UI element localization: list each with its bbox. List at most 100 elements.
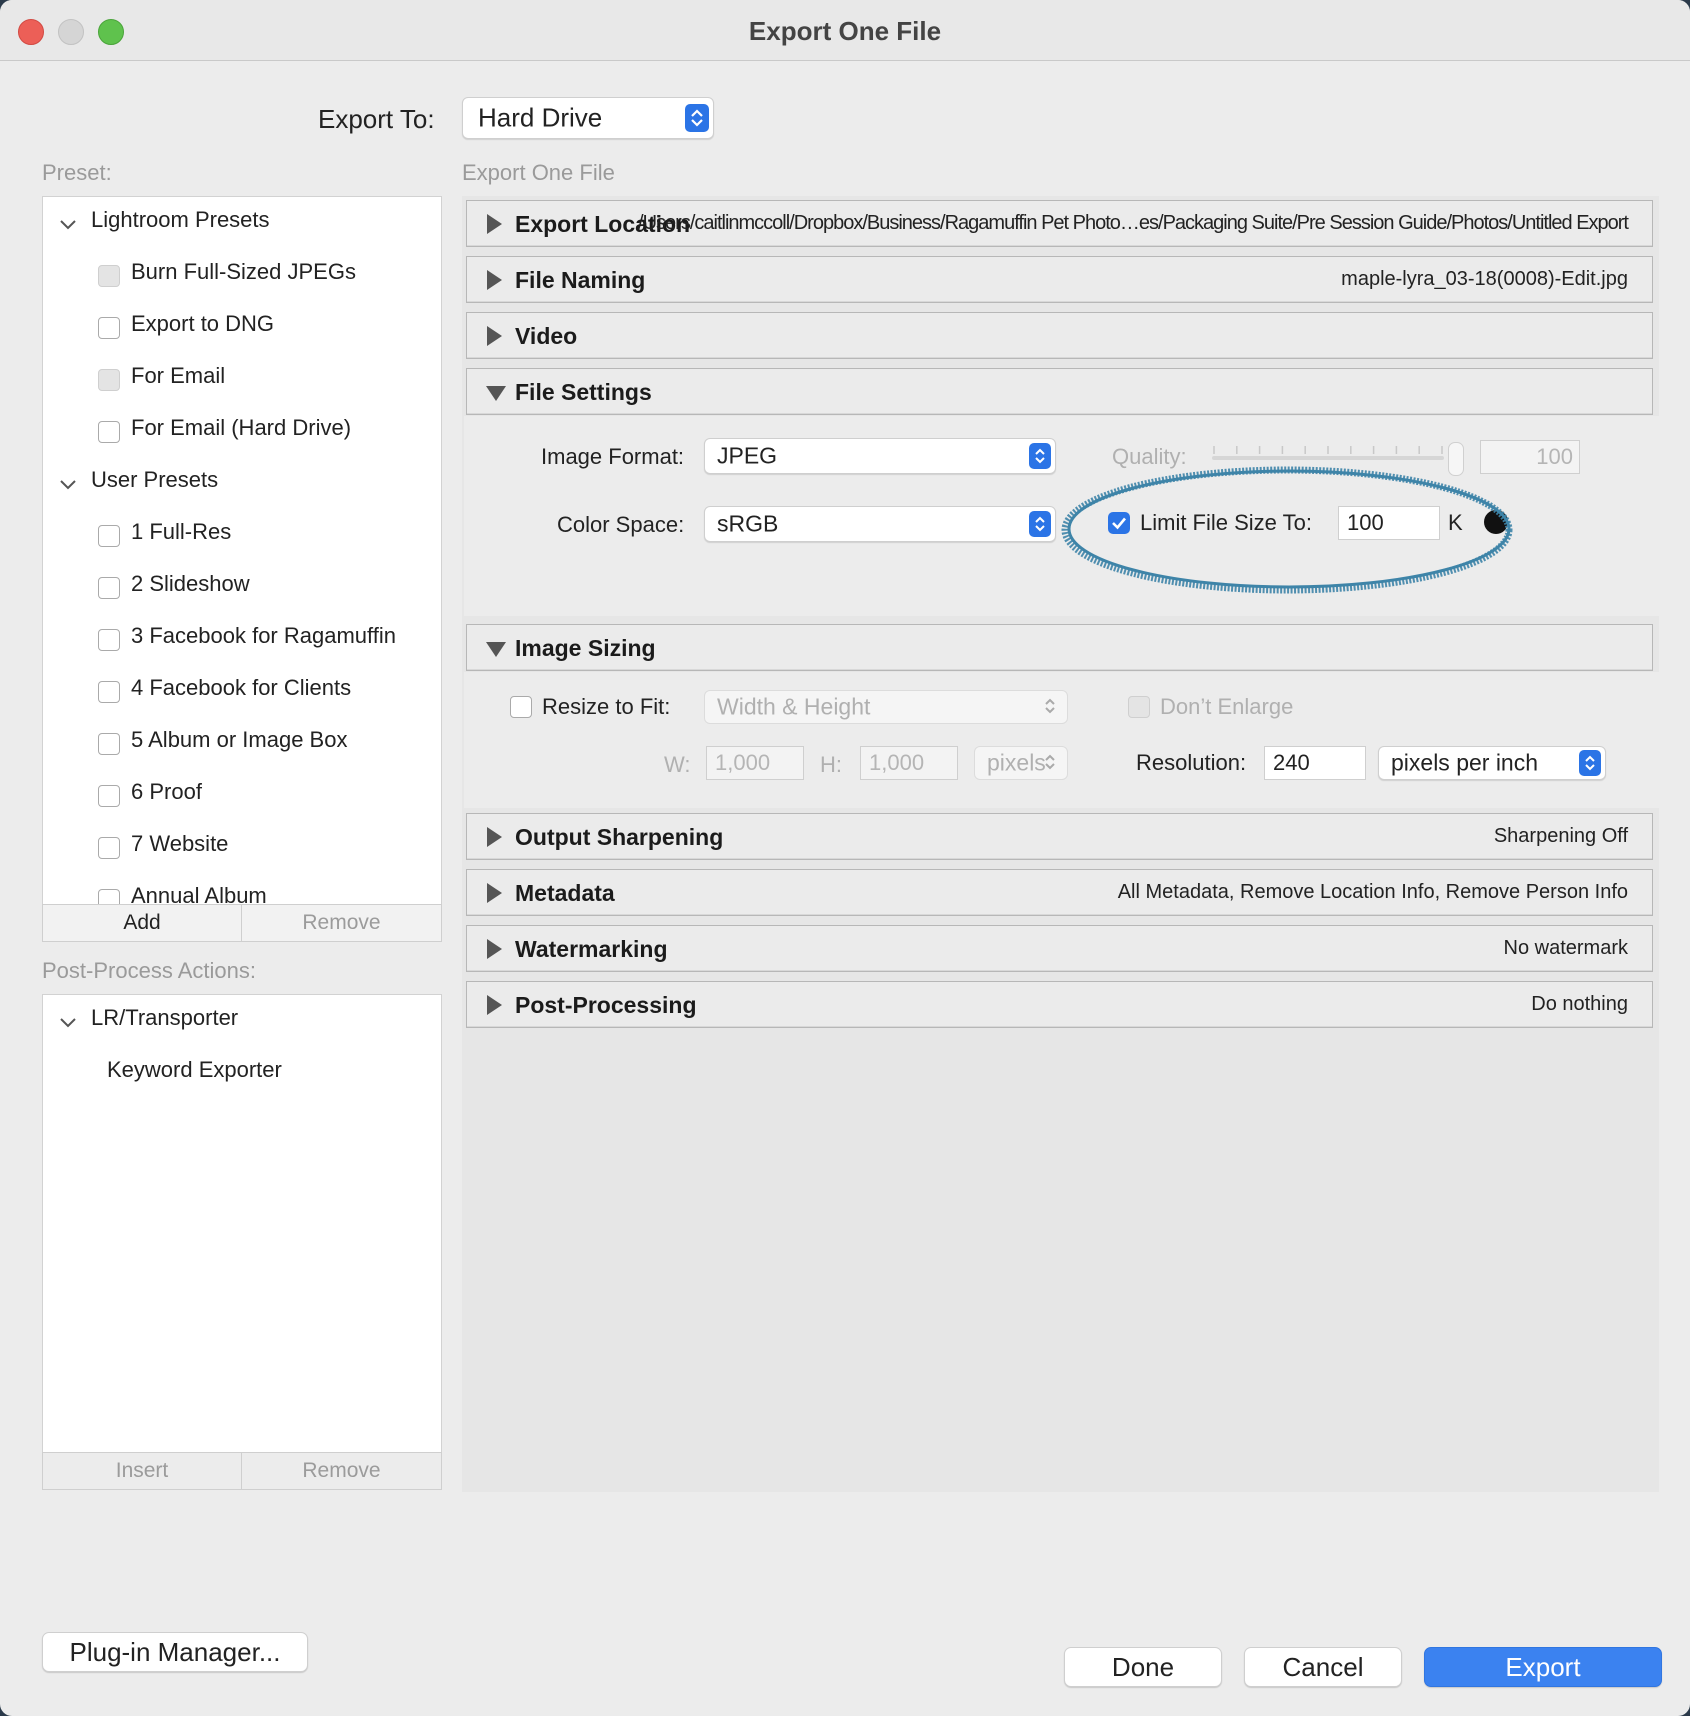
export-button[interactable]: Export <box>1424 1647 1662 1687</box>
disclosure-right-icon <box>487 939 502 959</box>
width-input[interactable]: 1,000 <box>706 746 804 780</box>
remove-preset-button[interactable]: Remove <box>242 905 441 941</box>
height-value: 1,000 <box>869 750 925 775</box>
resize-mode-select[interactable]: Width & Height <box>704 690 1068 724</box>
image-format-label: Image Format: <box>541 444 685 469</box>
export-dialog: Export One File Export To: Hard Drive Pr… <box>0 0 1690 1716</box>
preset-item[interactable]: 3 Facebook for Ragamuffin <box>131 623 396 649</box>
preset-checkbox[interactable] <box>98 629 120 651</box>
preset-checkbox[interactable] <box>98 265 120 287</box>
section-export-location[interactable]: Export Location /Users/caitlinmccoll/Dro… <box>466 200 1653 247</box>
section-title: File Naming <box>515 267 646 293</box>
resize-mode-value: Width & Height <box>717 693 871 720</box>
preset-item[interactable]: 1 Full-Res <box>131 519 231 545</box>
resize-to-fit-label: Resize to Fit: <box>542 694 671 719</box>
section-title: Metadata <box>515 880 615 906</box>
preset-checkbox[interactable] <box>98 369 120 391</box>
resolution-input[interactable]: 240 <box>1264 746 1366 780</box>
plugin-manager-button[interactable]: Plug-in Manager... <box>42 1632 308 1672</box>
preset-checkbox[interactable] <box>98 837 120 859</box>
disclosure-right-icon <box>487 270 502 290</box>
preset-label: Preset: <box>42 160 112 185</box>
chevron-down-icon[interactable] <box>59 479 77 491</box>
height-label: H: <box>820 752 842 777</box>
disclosure-right-icon <box>487 883 502 903</box>
preset-group-user[interactable]: User Presets <box>91 467 218 493</box>
size-unit-select[interactable]: pixels <box>974 746 1068 780</box>
width-value: 1,000 <box>715 750 771 775</box>
disclosure-right-icon <box>487 214 502 234</box>
section-post-processing[interactable]: Post-Processing Do nothing <box>466 981 1653 1028</box>
section-image-sizing[interactable]: Image Sizing <box>466 624 1653 671</box>
preset-item[interactable]: 5 Album or Image Box <box>131 727 347 753</box>
disclosure-down-icon <box>486 642 506 657</box>
resolution-label: Resolution: <box>1136 750 1247 775</box>
main-header: Export One File <box>462 160 615 185</box>
section-output-sharpening[interactable]: Output Sharpening Sharpening Off <box>466 813 1653 860</box>
export-to-label: Export To: <box>318 104 435 134</box>
chevron-down-icon[interactable] <box>59 1017 77 1029</box>
disclosure-right-icon <box>487 995 502 1015</box>
preset-checkbox[interactable] <box>98 577 120 599</box>
post-process-label: Post-Process Actions: <box>42 958 256 983</box>
image-sizing-body: Resize to Fit: Width & Height Don’t Enla… <box>464 672 1659 808</box>
section-file-settings[interactable]: File Settings <box>466 368 1653 415</box>
image-format-select[interactable]: JPEG <box>704 438 1056 474</box>
color-space-label: Color Space: <box>557 512 685 537</box>
preset-checkbox[interactable] <box>98 317 120 339</box>
height-input[interactable]: 1,000 <box>860 746 958 780</box>
section-summary: Sharpening Off <box>1493 825 1628 847</box>
section-file-naming[interactable]: File Naming maple-lyra_03-18(0008)-Edit.… <box>466 256 1653 303</box>
add-preset-button[interactable]: Add <box>43 905 241 941</box>
section-summary: maple-lyra_03-18(0008)-Edit.jpg <box>1341 268 1628 290</box>
remove-action-button[interactable]: Remove <box>242 1453 441 1489</box>
width-label: W: <box>664 752 691 777</box>
color-space-select[interactable]: sRGB <box>704 506 1056 542</box>
chevron-updown-icon <box>1029 443 1051 469</box>
section-metadata[interactable]: Metadata All Metadata, Remove Location I… <box>466 869 1653 916</box>
insert-action-button[interactable]: Insert <box>43 1453 241 1489</box>
preset-item[interactable]: 6 Proof <box>131 779 202 805</box>
done-button[interactable]: Done <box>1064 1647 1222 1687</box>
preset-item[interactable]: For Email (Hard Drive) <box>131 415 351 441</box>
resolution-unit-select[interactable]: pixels per inch <box>1378 746 1606 780</box>
annotation-ellipse <box>1061 466 1513 594</box>
quality-value: 100 <box>1536 444 1573 469</box>
preset-item[interactable]: Annual Album <box>131 883 267 905</box>
section-summary: No watermark <box>1503 937 1628 959</box>
chevron-down-icon[interactable] <box>59 219 77 231</box>
preset-item[interactable]: Burn Full-Sized JPEGs <box>131 259 356 285</box>
preset-checkbox[interactable] <box>98 681 120 703</box>
resize-to-fit-checkbox[interactable] <box>510 696 532 718</box>
post-process-group[interactable]: LR/Transporter <box>91 1005 238 1031</box>
title-bar: Export One File <box>0 0 1690 61</box>
preset-item[interactable]: For Email <box>131 363 225 389</box>
preset-item[interactable]: 2 Slideshow <box>131 571 250 597</box>
post-process-item[interactable]: Keyword Exporter <box>107 1057 282 1083</box>
section-watermarking[interactable]: Watermarking No watermark <box>466 925 1653 972</box>
post-process-list: LR/Transporter Keyword Exporter <box>42 994 442 1454</box>
export-to-value: Hard Drive <box>478 102 603 133</box>
resolution-unit-value: pixels per inch <box>1391 749 1539 776</box>
preset-group-lightroom[interactable]: Lightroom Presets <box>91 207 270 233</box>
preset-checkbox[interactable] <box>98 421 120 443</box>
dont-enlarge-checkbox[interactable] <box>1128 696 1150 718</box>
preset-list: Lightroom Presets Burn Full-Sized JPEGs … <box>42 196 442 906</box>
section-summary: All Metadata, Remove Location Info, Remo… <box>1117 881 1628 903</box>
preset-item[interactable]: 7 Website <box>131 831 228 857</box>
preset-checkbox[interactable] <box>98 733 120 755</box>
preset-checkbox[interactable] <box>98 785 120 807</box>
quality-slider-ticks <box>1213 446 1443 454</box>
preset-checkbox[interactable] <box>98 525 120 547</box>
cancel-button[interactable]: Cancel <box>1244 1647 1402 1687</box>
preset-item[interactable]: 4 Facebook for Clients <box>131 675 351 701</box>
post-process-button-bar: Insert Remove <box>42 1452 442 1490</box>
file-settings-body: Image Format: JPEG Quality: 100 Color Sp… <box>464 416 1659 616</box>
size-unit-value: pixels <box>987 749 1046 776</box>
export-to-select[interactable]: Hard Drive <box>462 97 714 139</box>
section-video[interactable]: Video <box>466 312 1653 359</box>
preset-item[interactable]: Export to DNG <box>131 311 274 337</box>
color-space-value: sRGB <box>717 510 779 537</box>
resolution-value: 240 <box>1273 750 1310 775</box>
disclosure-down-icon <box>486 386 506 401</box>
